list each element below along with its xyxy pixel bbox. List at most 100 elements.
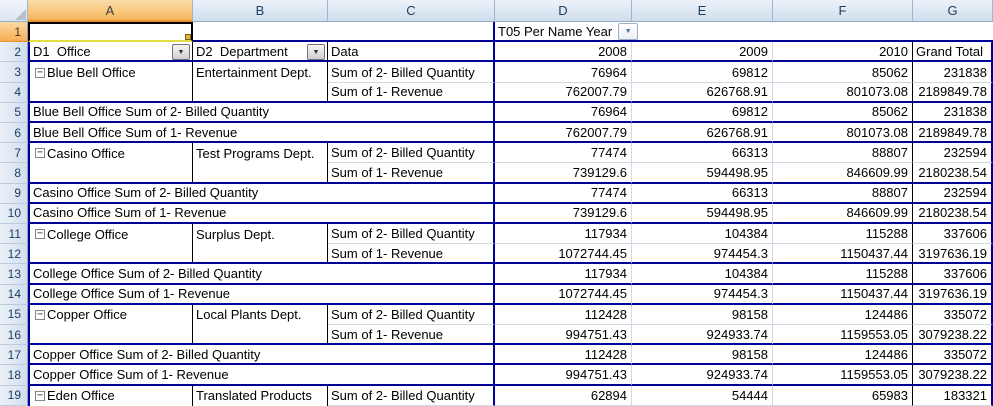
cell-e11[interactable]: 104384 (632, 224, 773, 245)
cell-g4[interactable]: 2189849.78 (913, 82, 993, 103)
row-header-1[interactable]: 1 (0, 22, 28, 43)
row-header-7[interactable]: 7 (0, 143, 28, 164)
cell-f16[interactable]: 1159553.05 (773, 325, 913, 346)
row-header-8[interactable]: 8 (0, 163, 28, 184)
cell-g12[interactable]: 3197636.19 (913, 244, 993, 265)
cell-e18[interactable]: 924933.74 (632, 365, 773, 386)
department-field-cell[interactable]: D2 Department ▼ (193, 42, 328, 63)
cell-e5[interactable]: 69812 (632, 102, 773, 124)
cell-c3[interactable]: Sum of 2- Billed Quantity (328, 62, 495, 83)
office-filter-dropdown[interactable]: ▼ (172, 44, 190, 61)
row-header-9[interactable]: 9 (0, 183, 28, 204)
cell-a11[interactable]: − College Office (28, 224, 193, 245)
column-label-g2[interactable]: Grand Total (913, 42, 993, 63)
cell-e17[interactable]: 98158 (632, 345, 773, 366)
cell-d6[interactable]: 762007.79 (495, 123, 632, 144)
cell-c11[interactable]: Sum of 2- Billed Quantity (328, 224, 495, 245)
subtotal-label-cell-14[interactable]: College Office Sum of 1- Revenue (28, 284, 495, 305)
collapse-button[interactable]: − (35, 67, 45, 78)
cell-d15[interactable]: 112428 (495, 304, 632, 326)
cell-e16[interactable]: 924933.74 (632, 325, 773, 346)
cell-b4[interactable] (193, 82, 328, 103)
cell-e14[interactable]: 974454.3 (632, 284, 773, 305)
cell-g10[interactable]: 2180238.54 (913, 203, 993, 225)
cell-d7[interactable]: 77474 (495, 143, 632, 164)
cell-g17[interactable]: 335072 (913, 345, 993, 366)
cell-b3[interactable]: Entertainment Dept. (193, 62, 328, 83)
cell-b7[interactable]: Test Programs Dept. (193, 143, 328, 164)
cell-f17[interactable]: 124486 (773, 345, 913, 366)
row-header-10[interactable]: 10 (0, 203, 28, 225)
cell-e7[interactable]: 66313 (632, 143, 773, 164)
cell-a8[interactable] (28, 163, 193, 184)
row-header-4[interactable]: 4 (0, 82, 28, 103)
row-header-6[interactable]: 6 (0, 123, 28, 144)
cell-d18[interactable]: 994751.43 (495, 365, 632, 386)
column-header-b[interactable]: B (193, 0, 328, 22)
collapse-button[interactable]: − (35, 390, 45, 401)
cell-f4[interactable]: 801073.08 (773, 82, 913, 103)
cell-d4[interactable]: 762007.79 (495, 82, 632, 103)
cell-c12[interactable]: Sum of 1- Revenue (328, 244, 495, 265)
cell-f11[interactable]: 115288 (773, 224, 913, 245)
cell-e12[interactable]: 974454.3 (632, 244, 773, 265)
cell-c7[interactable]: Sum of 2- Billed Quantity (328, 143, 495, 164)
column-header-a[interactable]: A (28, 0, 193, 22)
cell-g13[interactable]: 337606 (913, 264, 993, 285)
cell-d17[interactable]: 112428 (495, 345, 632, 366)
cell-b1-c1[interactable] (193, 22, 495, 43)
subtotal-label-cell-17[interactable]: Copper Office Sum of 2- Billed Quantity (28, 345, 495, 366)
cell-a16[interactable] (28, 325, 193, 346)
cell-g9[interactable]: 232594 (913, 183, 993, 204)
cell-f13[interactable]: 115288 (773, 264, 913, 285)
page-field-cell[interactable]: T05 Per Name Year ▼ (495, 22, 993, 43)
cell-f18[interactable]: 1159553.05 (773, 365, 913, 386)
cell-a4[interactable] (28, 82, 193, 103)
cell-d5[interactable]: 76964 (495, 102, 632, 124)
cell-e8[interactable]: 594498.95 (632, 163, 773, 184)
cell-g14[interactable]: 3197636.19 (913, 284, 993, 305)
subtotal-label-cell-6[interactable]: Blue Bell Office Sum of 1- Revenue (28, 123, 495, 144)
cell-d14[interactable]: 1072744.45 (495, 284, 632, 305)
cell-f14[interactable]: 1150437.44 (773, 284, 913, 305)
cell-c4[interactable]: Sum of 1- Revenue (328, 82, 495, 103)
cell-f3[interactable]: 85062 (773, 62, 913, 83)
cell-a3[interactable]: − Blue Bell Office (28, 62, 193, 83)
cell-g7[interactable]: 232594 (913, 143, 993, 164)
office-field-cell[interactable]: D1 Office ▼ (28, 42, 193, 63)
page-filter-dropdown[interactable]: ▼ (618, 22, 639, 40)
cell-f10[interactable]: 846609.99 (773, 203, 913, 225)
collapse-button[interactable]: − (35, 148, 45, 159)
cell-b19[interactable]: Translated Products (193, 385, 328, 406)
cell-d8[interactable]: 739129.6 (495, 163, 632, 184)
row-header-17[interactable]: 17 (0, 345, 28, 366)
data-field-cell[interactable]: Data (328, 42, 495, 63)
row-header-16[interactable]: 16 (0, 325, 28, 346)
cell-f9[interactable]: 88807 (773, 183, 913, 204)
cell-a15[interactable]: − Copper Office (28, 304, 193, 326)
cell-g6[interactable]: 2189849.78 (913, 123, 993, 144)
cell-e13[interactable]: 104384 (632, 264, 773, 285)
cell-g19[interactable]: 183321 (913, 385, 993, 406)
cell-g3[interactable]: 231838 (913, 62, 993, 83)
row-header-14[interactable]: 14 (0, 284, 28, 305)
cell-e19[interactable]: 54444 (632, 385, 773, 406)
fill-handle[interactable] (185, 34, 191, 41)
cell-e3[interactable]: 69812 (632, 62, 773, 83)
row-header-19[interactable]: 19 (0, 385, 28, 406)
cell-a12[interactable] (28, 244, 193, 265)
column-label-e2[interactable]: 2009 (632, 42, 773, 63)
cell-d19[interactable]: 62894 (495, 385, 632, 406)
cell-d13[interactable]: 117934 (495, 264, 632, 285)
cell-f12[interactable]: 1150437.44 (773, 244, 913, 265)
cell-b11[interactable]: Surplus Dept. (193, 224, 328, 245)
cell-c16[interactable]: Sum of 1- Revenue (328, 325, 495, 346)
cell-f5[interactable]: 85062 (773, 102, 913, 124)
column-header-d[interactable]: D (495, 0, 632, 22)
active-cell-a1[interactable] (28, 22, 193, 43)
select-all-button[interactable] (0, 0, 28, 22)
row-header-11[interactable]: 11 (0, 224, 28, 245)
row-header-2[interactable]: 2 (0, 42, 28, 63)
cell-f6[interactable]: 801073.08 (773, 123, 913, 144)
cell-a19[interactable]: − Eden Office (28, 385, 193, 406)
